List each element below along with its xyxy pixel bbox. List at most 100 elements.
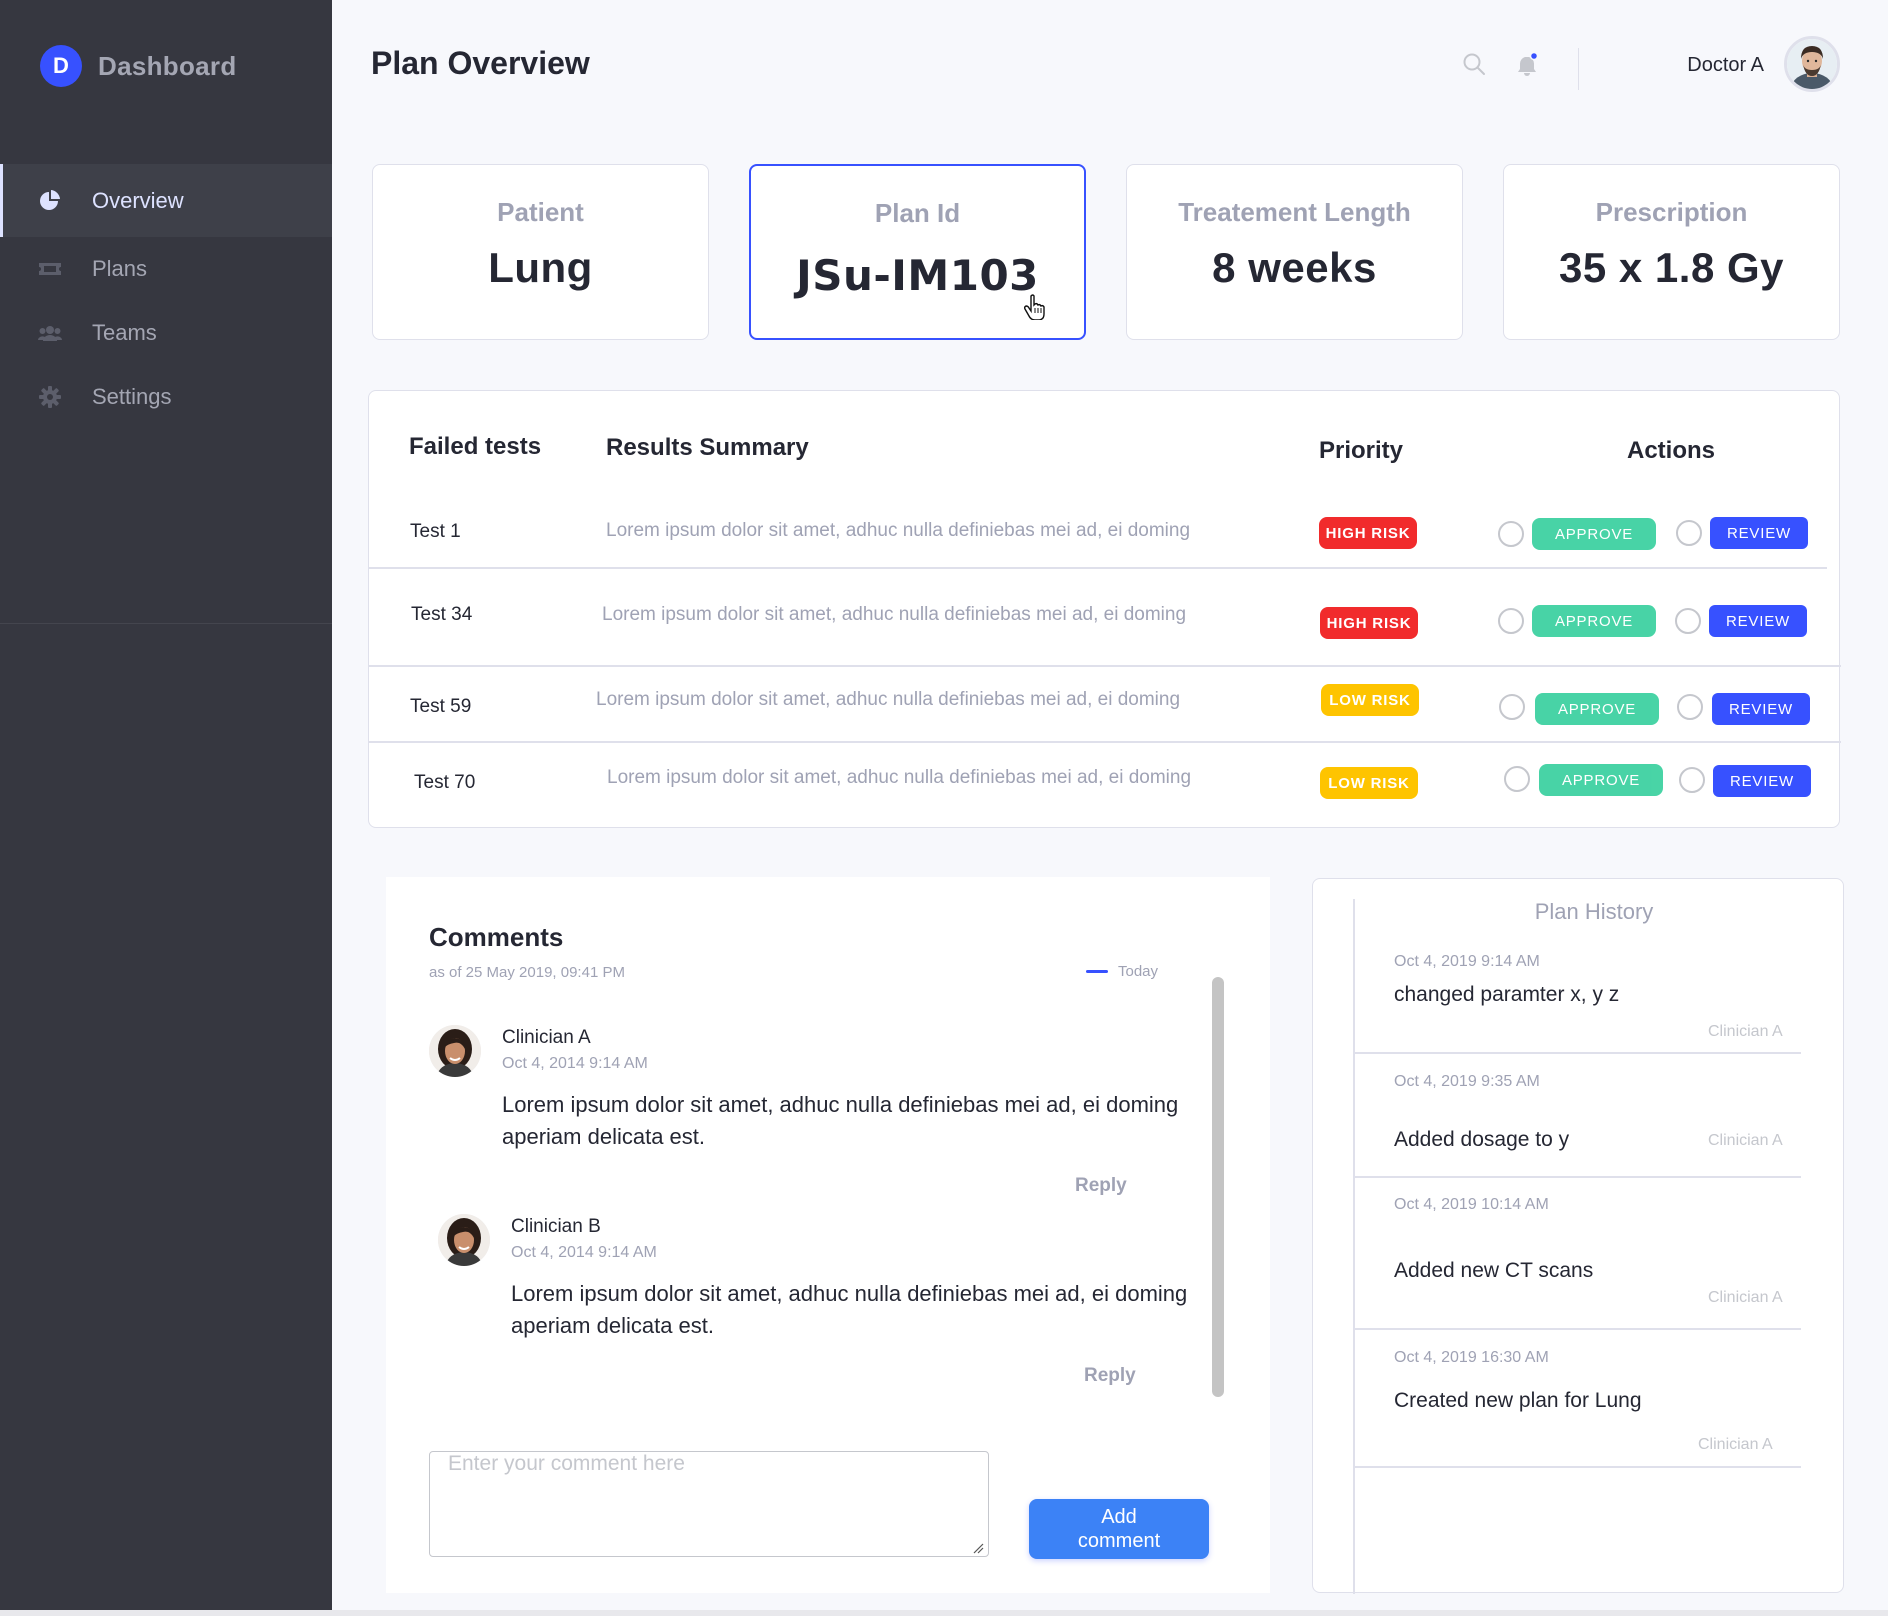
priority-badge: LOW RISK bbox=[1320, 767, 1418, 799]
history-text: Added dosage to y bbox=[1394, 1128, 1570, 1151]
approve-button[interactable]: APPROVE bbox=[1539, 764, 1663, 796]
history-divider bbox=[1353, 1328, 1801, 1330]
column-header-failed-tests: Failed tests bbox=[409, 433, 542, 460]
comments-panel: Comments as of 25 May 2019, 09:41 PM Tod… bbox=[386, 877, 1270, 1593]
review-radio[interactable] bbox=[1676, 520, 1702, 546]
row-divider bbox=[369, 741, 1841, 743]
sidebar-item-plans[interactable]: Plans bbox=[0, 237, 332, 301]
hand-cursor-icon bbox=[1023, 294, 1046, 325]
legend-label: Today bbox=[1118, 963, 1159, 980]
sidebar-divider bbox=[0, 623, 332, 624]
review-radio[interactable] bbox=[1675, 608, 1701, 634]
add-comment-button[interactable]: Add comment bbox=[1029, 1499, 1209, 1559]
sidebar-item-label: Teams bbox=[92, 320, 157, 345]
history-text: changed paramter x, y z bbox=[1394, 983, 1620, 1006]
priority-badge: HIGH RISK bbox=[1319, 517, 1417, 549]
history-author: Clinician A bbox=[1708, 1289, 1783, 1306]
history-date: Oct 4, 2019 9:35 AM bbox=[1394, 1073, 1540, 1090]
column-header-results-summary: Results Summary bbox=[606, 434, 809, 461]
approve-radio[interactable] bbox=[1504, 766, 1530, 792]
legend-line-icon bbox=[1086, 970, 1108, 973]
timeline-line bbox=[1353, 899, 1355, 1594]
sidebar-item-label: Settings bbox=[92, 384, 172, 409]
stat-label: Prescription bbox=[1595, 197, 1748, 227]
comment-body: Lorem ipsum dolor sit amet, adhuc nulla … bbox=[511, 1281, 1188, 1338]
comments-scrollbar[interactable] bbox=[1212, 977, 1224, 1397]
stat-label: Plan Id bbox=[874, 198, 961, 228]
stat-card-treatment-length[interactable]: Treatement Length 8 weeks bbox=[1126, 164, 1463, 340]
approve-radio[interactable] bbox=[1498, 521, 1524, 547]
avatar bbox=[438, 1214, 490, 1266]
priority-badge: LOW RISK bbox=[1321, 684, 1419, 716]
sidebar-item-teams[interactable]: Teams bbox=[0, 301, 332, 365]
history-date: Oct 4, 2019 10:14 AM bbox=[1394, 1196, 1549, 1213]
row-divider bbox=[369, 567, 1827, 569]
comment-author: Clinician B bbox=[511, 1216, 601, 1237]
reply-link[interactable]: Reply bbox=[1075, 1175, 1127, 1197]
stat-card-prescription[interactable]: Prescription 35 x 1.8 Gy bbox=[1503, 164, 1840, 340]
gear-icon bbox=[38, 385, 62, 409]
history-author: Clinician A bbox=[1708, 1132, 1783, 1149]
test-name: Test 34 bbox=[411, 604, 473, 625]
history-author: Clinician A bbox=[1708, 1023, 1783, 1040]
approve-radio[interactable] bbox=[1499, 694, 1525, 720]
comment-date: Oct 4, 2014 9:14 AM bbox=[502, 1055, 648, 1072]
history-divider bbox=[1353, 1052, 1801, 1054]
review-button[interactable]: REVIEW bbox=[1713, 765, 1811, 797]
column-header-priority: Priority bbox=[1319, 437, 1404, 464]
approve-button[interactable]: APPROVE bbox=[1532, 605, 1656, 637]
test-summary: Lorem ipsum dolor sit amet, adhuc nulla … bbox=[602, 604, 1187, 625]
history-text: Added new CT scans bbox=[1394, 1259, 1594, 1282]
plan-history-title: Plan History bbox=[1534, 899, 1654, 924]
test-summary: Lorem ipsum dolor sit amet, adhuc nulla … bbox=[596, 689, 1181, 710]
review-button[interactable]: REVIEW bbox=[1712, 693, 1810, 725]
history-date: Oct 4, 2019 16:30 AM bbox=[1394, 1349, 1549, 1366]
history-date: Oct 4, 2019 9:14 AM bbox=[1394, 953, 1540, 970]
sidebar-item-overview[interactable]: Overview bbox=[0, 164, 332, 237]
comment-input[interactable] bbox=[429, 1451, 989, 1557]
test-name: Test 70 bbox=[414, 772, 476, 793]
sidebar-item-settings[interactable]: Settings bbox=[0, 365, 332, 429]
stat-label: Treatement Length bbox=[1178, 197, 1411, 227]
page-title: Plan Overview bbox=[371, 45, 590, 81]
reply-link[interactable]: Reply bbox=[1084, 1365, 1136, 1387]
ticket-icon bbox=[38, 257, 62, 281]
user-name[interactable]: Doctor A bbox=[1640, 54, 1764, 77]
brand-logo: D bbox=[40, 45, 82, 87]
history-author: Clinician A bbox=[1698, 1436, 1773, 1453]
comment-date: Oct 4, 2014 9:14 AM bbox=[511, 1244, 657, 1261]
sidebar: D Dashboard Overview Plans Teams Setting… bbox=[0, 0, 332, 1610]
stat-label: Patient bbox=[497, 197, 584, 227]
review-radio[interactable] bbox=[1677, 694, 1703, 720]
review-button[interactable]: REVIEW bbox=[1709, 605, 1807, 637]
resize-handle-icon[interactable] bbox=[972, 1541, 984, 1559]
search-icon[interactable] bbox=[1462, 52, 1486, 81]
comments-legend: Today bbox=[1086, 963, 1158, 980]
users-icon bbox=[38, 321, 62, 345]
priority-badge: HIGH RISK bbox=[1320, 607, 1418, 639]
brand[interactable]: D Dashboard bbox=[40, 45, 237, 87]
approve-radio[interactable] bbox=[1498, 608, 1524, 634]
history-divider bbox=[1353, 1176, 1801, 1178]
comments-subtitle: as of 25 May 2019, 09:41 PM bbox=[429, 964, 625, 981]
stat-card-patient[interactable]: Patient Lung bbox=[372, 164, 709, 340]
comment-body: Lorem ipsum dolor sit amet, adhuc nulla … bbox=[502, 1092, 1179, 1149]
review-button[interactable]: REVIEW bbox=[1710, 517, 1808, 549]
test-summary: Lorem ipsum dolor sit amet, adhuc nulla … bbox=[607, 767, 1192, 788]
history-text: Created new plan for Lung bbox=[1394, 1389, 1642, 1412]
approve-button[interactable]: APPROVE bbox=[1532, 518, 1656, 550]
avatar[interactable] bbox=[1784, 36, 1840, 92]
column-header-actions: Actions bbox=[1627, 437, 1716, 464]
brand-name: Dashboard bbox=[98, 50, 237, 81]
comment-author: Clinician A bbox=[502, 1027, 591, 1048]
review-radio[interactable] bbox=[1679, 767, 1705, 793]
stat-value: Lung bbox=[488, 244, 593, 291]
approve-button[interactable]: APPROVE bbox=[1535, 693, 1659, 725]
header-separator bbox=[1578, 48, 1579, 90]
stat-value: 35 x 1.8 Gy bbox=[1559, 244, 1784, 291]
bell-icon[interactable] bbox=[1515, 51, 1541, 83]
sidebar-item-label: Overview bbox=[92, 187, 184, 213]
row-divider bbox=[369, 665, 1841, 667]
test-name: Test 59 bbox=[410, 696, 472, 717]
sidebar-item-label: Plans bbox=[92, 256, 148, 281]
